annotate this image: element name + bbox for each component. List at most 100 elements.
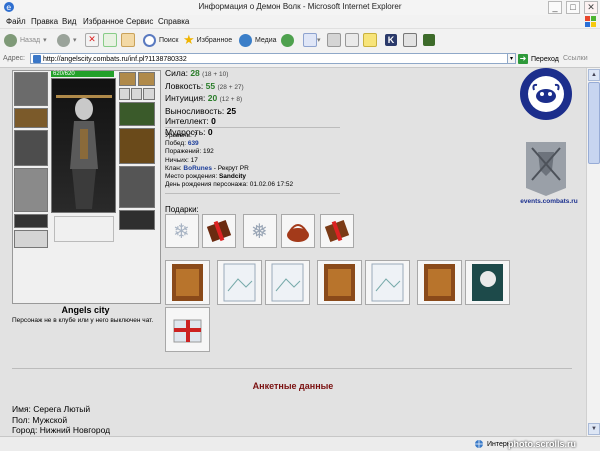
gift-basket-icon	[287, 224, 309, 242]
notes-button[interactable]	[363, 33, 377, 47]
refresh-button[interactable]	[103, 33, 117, 47]
address-dropdown[interactable]: ▾	[507, 53, 516, 64]
favorites-button[interactable]: ★ Избранное	[183, 32, 232, 47]
stop-icon: ✕	[85, 33, 99, 47]
character-name: Angels city	[61, 305, 110, 315]
scroll-down-button[interactable]: ▼	[588, 423, 600, 435]
ring-slot-2[interactable]	[131, 88, 142, 100]
forward-dropdown-icon: ▾	[73, 37, 77, 44]
gloves-slot[interactable]	[119, 102, 155, 126]
gift-item[interactable]: ❄	[165, 214, 199, 248]
bracer-slot[interactable]	[14, 108, 48, 128]
chat-status-note: Персонаж не в клубе или у него выключен …	[12, 317, 154, 324]
stat-agility: Ловкость: 55 (28 + 27)	[165, 80, 244, 91]
forward-button[interactable]: ▾	[57, 33, 77, 47]
back-button[interactable]: Назад ▾	[4, 33, 47, 47]
svg-text:❅: ❅	[251, 219, 268, 243]
ring-slot-3[interactable]	[143, 88, 155, 100]
home-icon	[121, 33, 135, 47]
armor-slot[interactable]	[14, 168, 48, 212]
amulet-slot[interactable]	[138, 72, 155, 86]
gift-card[interactable]	[165, 307, 210, 352]
section-divider	[12, 368, 572, 369]
menu-favorites[interactable]: Избранное	[83, 17, 124, 26]
events-link[interactable]: events.combats.ru	[514, 198, 584, 205]
events-banner-icon[interactable]	[522, 140, 570, 196]
address-input[interactable]: http://angelscity.combats.ru/inf.pl?1138…	[30, 53, 508, 64]
book-card-icon	[172, 264, 203, 301]
address-label: Адрес:	[3, 55, 25, 62]
leggings-slot[interactable]	[119, 166, 155, 208]
gift-card[interactable]	[265, 260, 310, 305]
profile-section-title: Анкетные данные	[252, 381, 334, 391]
tool-a-icon	[403, 33, 417, 47]
home-button[interactable]	[121, 33, 135, 47]
info-draws: Ничьих: 17	[165, 156, 198, 164]
media-button[interactable]: Медиа	[239, 33, 277, 47]
search-button[interactable]: Поиск	[143, 33, 178, 47]
gift-card[interactable]	[465, 260, 510, 305]
book-card-icon	[424, 264, 455, 301]
print-button[interactable]	[327, 33, 341, 47]
close-button[interactable]: ✕	[584, 1, 598, 14]
gift-item[interactable]	[202, 214, 236, 248]
gift-item[interactable]	[320, 214, 354, 248]
links-button[interactable]: Ссылки	[563, 55, 588, 62]
tool-button-b[interactable]	[423, 33, 435, 47]
character-info: Уровень: 7 Побед: 639 Поражений: 192 Нич…	[165, 132, 293, 189]
winter-card-icon	[371, 263, 404, 302]
window-title: Информация о Демон Волк - Microsoft Inte…	[198, 2, 402, 11]
clan-link[interactable]: BoRunes	[183, 165, 212, 172]
menu-file[interactable]: Файл	[6, 17, 26, 26]
back-dropdown-icon: ▾	[43, 37, 47, 44]
boots-slot[interactable]	[119, 210, 155, 230]
gift-card[interactable]	[165, 260, 210, 305]
gift-card[interactable]	[217, 260, 262, 305]
maximize-button[interactable]: □	[566, 1, 580, 14]
tool-button-a[interactable]	[403, 33, 417, 47]
address-bar: Адрес: http://angelscity.combats.ru/inf.…	[0, 51, 600, 68]
scroll-up-button[interactable]: ▲	[588, 69, 600, 81]
edit-button[interactable]	[345, 33, 359, 47]
stop-button[interactable]: ✕	[85, 33, 99, 47]
empty-slot-left[interactable]	[14, 230, 48, 248]
gift-card[interactable]	[365, 260, 410, 305]
new-year-card-icon	[472, 264, 503, 301]
back-arrow-icon	[4, 33, 17, 47]
gift-card[interactable]	[317, 260, 362, 305]
gift-box-icon	[173, 319, 202, 343]
belt-slot[interactable]	[14, 214, 48, 228]
menu-help[interactable]: Справка	[158, 17, 189, 26]
combats-logo[interactable]	[520, 68, 572, 120]
character-avatar	[51, 78, 116, 213]
mail-button[interactable]: ▾	[303, 33, 321, 47]
menu-edit[interactable]: Правка	[31, 17, 58, 26]
weapon-slot[interactable]	[14, 130, 48, 166]
mail-icon	[303, 33, 317, 47]
info-losses: Поражений: 192	[165, 148, 214, 156]
go-button[interactable]: ➜ Переход	[518, 54, 559, 64]
window-titlebar: e Информация о Демон Волк - Microsoft In…	[0, 0, 600, 16]
hp-bar: 620/620	[51, 71, 114, 77]
shield-slot[interactable]	[119, 128, 155, 164]
minimize-button[interactable]: _	[548, 1, 562, 14]
gifts-label: Подарки:	[165, 205, 199, 214]
profile-city: Город: Нижний Новгород	[12, 425, 111, 435]
menu-tools[interactable]: Сервис	[126, 17, 153, 26]
menu-view[interactable]: Вид	[62, 17, 76, 26]
vertical-scrollbar[interactable]: ▲ ▼	[586, 68, 600, 436]
search-icon	[143, 33, 156, 47]
helmet-slot[interactable]	[14, 72, 48, 106]
ring-slot-1[interactable]	[119, 88, 130, 100]
gift-card[interactable]	[417, 260, 462, 305]
gift-item[interactable]	[281, 214, 315, 248]
earring-slot[interactable]	[119, 72, 136, 86]
scroll-thumb[interactable]	[588, 82, 600, 164]
refresh-icon	[103, 33, 117, 47]
history-button[interactable]	[281, 33, 297, 47]
k-tool-button[interactable]: K	[385, 33, 397, 47]
gift-item[interactable]: ❅	[243, 214, 277, 248]
chocolate-gift-icon	[206, 220, 232, 242]
page-content: 620/620 Angels city Персонаж не в клубе …	[0, 68, 586, 436]
notes-icon	[363, 33, 377, 47]
